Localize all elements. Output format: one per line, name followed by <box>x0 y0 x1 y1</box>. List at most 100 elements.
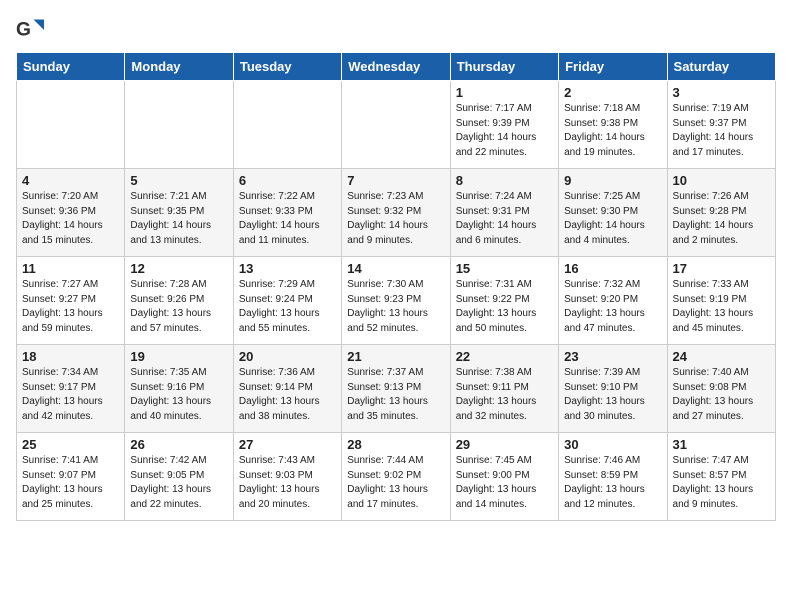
day-info: Sunrise: 7:33 AM Sunset: 9:19 PM Dayligh… <box>673 278 770 336</box>
day-info: Sunrise: 7:29 AM Sunset: 9:24 PM Dayligh… <box>239 278 336 336</box>
day-info: Sunrise: 7:45 AM Sunset: 9:00 PM Dayligh… <box>456 454 553 512</box>
day-number: 16 <box>564 261 661 276</box>
calendar-cell <box>125 81 233 169</box>
day-number: 19 <box>130 349 227 364</box>
day-info: Sunrise: 7:19 AM Sunset: 9:37 PM Dayligh… <box>673 102 770 160</box>
calendar-week-row: 11Sunrise: 7:27 AM Sunset: 9:27 PM Dayli… <box>17 257 776 345</box>
calendar-cell <box>233 81 341 169</box>
calendar-cell: 17Sunrise: 7:33 AM Sunset: 9:19 PM Dayli… <box>667 257 775 345</box>
calendar-cell: 20Sunrise: 7:36 AM Sunset: 9:14 PM Dayli… <box>233 345 341 433</box>
calendar-cell: 27 Sunrise: 7:43 AM Sunset: 9:03 PM Dayli… <box>233 433 341 521</box>
calendar-table: SundayMondayTuesdayWednesdayThursdayFrid… <box>16 52 776 521</box>
day-info: Sunrise: 7:24 AM Sunset: 9:31 PM Dayligh… <box>456 190 553 248</box>
day-number: 28 <box>347 437 444 452</box>
calendar-cell: 19 Sunrise: 7:35 AM Sunset: 9:16 PM Dayli… <box>125 345 233 433</box>
calendar-week-row: 25Sunrise: 7:41 AM Sunset: 9:07 PM Dayli… <box>17 433 776 521</box>
calendar-cell: 9 Sunrise: 7:25 AM Sunset: 9:30 PM Daylig… <box>559 169 667 257</box>
calendar-cell <box>17 81 125 169</box>
day-info: Sunrise: 7:42 AM Sunset: 9:05 PM Dayligh… <box>130 454 227 512</box>
calendar-cell: 11Sunrise: 7:27 AM Sunset: 9:27 PM Dayli… <box>17 257 125 345</box>
calendar-cell: 14Sunrise: 7:30 AM Sunset: 9:23 PM Dayli… <box>342 257 450 345</box>
weekday-header-row: SundayMondayTuesdayWednesdayThursdayFrid… <box>17 53 776 81</box>
calendar-cell: 1 Sunrise: 7:17 AM Sunset: 9:39 PM Daylig… <box>450 81 558 169</box>
day-info: Sunrise: 7:28 AM Sunset: 9:26 PM Dayligh… <box>130 278 227 336</box>
calendar-cell: 18 Sunrise: 7:34 AM Sunset: 9:17 PM Dayli… <box>17 345 125 433</box>
svg-text:G: G <box>16 19 31 40</box>
day-info: Sunrise: 7:34 AM Sunset: 9:17 PM Dayligh… <box>22 366 119 424</box>
day-info: Sunrise: 7:21 AM Sunset: 9:35 PM Dayligh… <box>130 190 227 248</box>
calendar-cell: 13 Sunrise: 7:29 AM Sunset: 9:24 PM Dayli… <box>233 257 341 345</box>
day-number: 30 <box>564 437 661 452</box>
day-info: Sunrise: 7:46 AM Sunset: 8:59 PM Dayligh… <box>564 454 661 512</box>
day-number: 25 <box>22 437 119 452</box>
calendar-cell: 22 Sunrise: 7:38 AM Sunset: 9:11 PM Dayli… <box>450 345 558 433</box>
page-header: G <box>16 16 776 44</box>
day-number: 31 <box>673 437 770 452</box>
day-info: Sunrise: 7:40 AM Sunset: 9:08 PM Dayligh… <box>673 366 770 424</box>
day-number: 3 <box>673 85 770 100</box>
day-number: 26 <box>130 437 227 452</box>
logo: G <box>16 16 48 44</box>
day-number: 14 <box>347 261 444 276</box>
weekday-header-cell: Thursday <box>450 53 558 81</box>
calendar-cell: 4 Sunrise: 7:20 AM Sunset: 9:36 PM Daylig… <box>17 169 125 257</box>
weekday-header-cell: Wednesday <box>342 53 450 81</box>
calendar-cell: 2 Sunrise: 7:18 AM Sunset: 9:38 PM Daylig… <box>559 81 667 169</box>
calendar-cell: 6 Sunrise: 7:22 AM Sunset: 9:33 PM Daylig… <box>233 169 341 257</box>
weekday-header-cell: Sunday <box>17 53 125 81</box>
day-number: 20 <box>239 349 336 364</box>
calendar-week-row: 4 Sunrise: 7:20 AM Sunset: 9:36 PM Daylig… <box>17 169 776 257</box>
day-info: Sunrise: 7:35 AM Sunset: 9:16 PM Dayligh… <box>130 366 227 424</box>
weekday-header-cell: Tuesday <box>233 53 341 81</box>
day-number: 21 <box>347 349 444 364</box>
weekday-header-cell: Saturday <box>667 53 775 81</box>
day-info: Sunrise: 7:43 AM Sunset: 9:03 PM Dayligh… <box>239 454 336 512</box>
calendar-cell: 8 Sunrise: 7:24 AM Sunset: 9:31 PM Daylig… <box>450 169 558 257</box>
day-info: Sunrise: 7:37 AM Sunset: 9:13 PM Dayligh… <box>347 366 444 424</box>
logo-icon: G <box>16 16 44 44</box>
day-info: Sunrise: 7:25 AM Sunset: 9:30 PM Dayligh… <box>564 190 661 248</box>
day-number: 8 <box>456 173 553 188</box>
calendar-cell: 7 Sunrise: 7:23 AM Sunset: 9:32 PM Daylig… <box>342 169 450 257</box>
day-info: Sunrise: 7:47 AM Sunset: 8:57 PM Dayligh… <box>673 454 770 512</box>
day-info: Sunrise: 7:18 AM Sunset: 9:38 PM Dayligh… <box>564 102 661 160</box>
day-info: Sunrise: 7:20 AM Sunset: 9:36 PM Dayligh… <box>22 190 119 248</box>
calendar-cell: 31 Sunrise: 7:47 AM Sunset: 8:57 PM Dayli… <box>667 433 775 521</box>
day-number: 1 <box>456 85 553 100</box>
calendar-cell: 5 Sunrise: 7:21 AM Sunset: 9:35 PM Daylig… <box>125 169 233 257</box>
day-number: 13 <box>239 261 336 276</box>
day-info: Sunrise: 7:32 AM Sunset: 9:20 PM Dayligh… <box>564 278 661 336</box>
calendar-cell: 24 Sunrise: 7:40 AM Sunset: 9:08 PM Dayli… <box>667 345 775 433</box>
day-number: 11 <box>22 261 119 276</box>
calendar-cell: 29Sunrise: 7:45 AM Sunset: 9:00 PM Dayli… <box>450 433 558 521</box>
calendar-cell: 15Sunrise: 7:31 AM Sunset: 9:22 PM Dayli… <box>450 257 558 345</box>
day-number: 15 <box>456 261 553 276</box>
calendar-cell <box>342 81 450 169</box>
day-number: 7 <box>347 173 444 188</box>
calendar-cell: 26 Sunrise: 7:42 AM Sunset: 9:05 PM Dayli… <box>125 433 233 521</box>
day-number: 6 <box>239 173 336 188</box>
calendar-cell: 3 Sunrise: 7:19 AM Sunset: 9:37 PM Daylig… <box>667 81 775 169</box>
day-number: 4 <box>22 173 119 188</box>
day-info: Sunrise: 7:38 AM Sunset: 9:11 PM Dayligh… <box>456 366 553 424</box>
calendar-cell: 12Sunrise: 7:28 AM Sunset: 9:26 PM Dayli… <box>125 257 233 345</box>
day-number: 27 <box>239 437 336 452</box>
calendar-week-row: 18 Sunrise: 7:34 AM Sunset: 9:17 PM Dayli… <box>17 345 776 433</box>
day-number: 5 <box>130 173 227 188</box>
calendar-cell: 30 Sunrise: 7:46 AM Sunset: 8:59 PM Dayli… <box>559 433 667 521</box>
calendar-week-row: 1 Sunrise: 7:17 AM Sunset: 9:39 PM Daylig… <box>17 81 776 169</box>
day-info: Sunrise: 7:23 AM Sunset: 9:32 PM Dayligh… <box>347 190 444 248</box>
day-number: 22 <box>456 349 553 364</box>
day-number: 9 <box>564 173 661 188</box>
calendar-cell: 16 Sunrise: 7:32 AM Sunset: 9:20 PM Dayli… <box>559 257 667 345</box>
calendar-cell: 23Sunrise: 7:39 AM Sunset: 9:10 PM Dayli… <box>559 345 667 433</box>
calendar-cell: 10Sunrise: 7:26 AM Sunset: 9:28 PM Dayli… <box>667 169 775 257</box>
day-info: Sunrise: 7:26 AM Sunset: 9:28 PM Dayligh… <box>673 190 770 248</box>
weekday-header-cell: Friday <box>559 53 667 81</box>
day-number: 24 <box>673 349 770 364</box>
day-info: Sunrise: 7:22 AM Sunset: 9:33 PM Dayligh… <box>239 190 336 248</box>
day-number: 2 <box>564 85 661 100</box>
calendar-cell: 21 Sunrise: 7:37 AM Sunset: 9:13 PM Dayli… <box>342 345 450 433</box>
day-info: Sunrise: 7:17 AM Sunset: 9:39 PM Dayligh… <box>456 102 553 160</box>
day-number: 18 <box>22 349 119 364</box>
